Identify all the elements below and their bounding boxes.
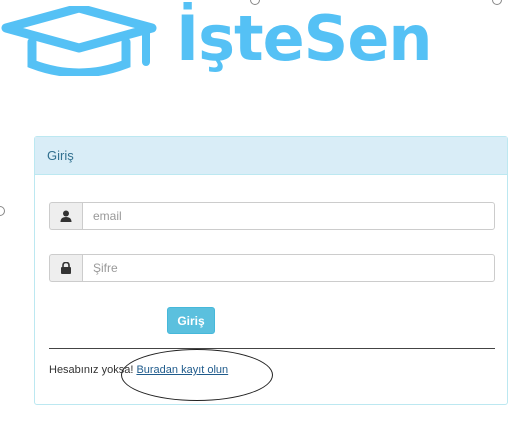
- graduation-cap-icon: [1, 6, 157, 76]
- lock-icon: [49, 254, 82, 282]
- site-logo: İşteSen: [0, 0, 508, 80]
- password-input-group: [49, 254, 495, 282]
- register-prefix: Hesabınız yoksa!: [49, 364, 137, 376]
- register-link[interactable]: Buradan kayıt olun: [136, 364, 228, 376]
- email-input-group: [49, 202, 495, 230]
- user-icon: [49, 202, 82, 230]
- resize-handle-left[interactable]: [0, 206, 5, 216]
- panel-heading: Giriş: [35, 137, 507, 175]
- login-panel: Giriş Giriş Hesabınız yoksa! Bura: [34, 136, 508, 405]
- password-input[interactable]: [82, 254, 495, 282]
- login-button[interactable]: Giriş: [167, 307, 215, 334]
- login-page: İşteSen Giriş Giriş: [0, 0, 508, 422]
- divider: [49, 348, 495, 349]
- register-prompt: Hesabınız yoksa! Buradan kayıt olun: [49, 364, 228, 376]
- logo-text: İşteSen: [176, 2, 433, 75]
- email-input[interactable]: [82, 202, 495, 230]
